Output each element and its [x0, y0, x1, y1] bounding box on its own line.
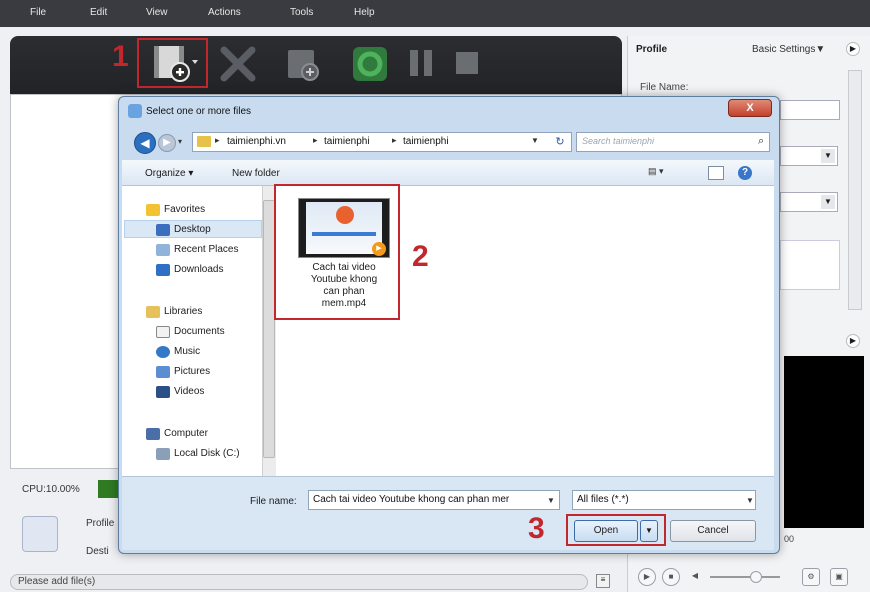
time-readout: 00 — [784, 534, 795, 544]
file-name-label: File name: — [250, 496, 297, 507]
nav-recent-places[interactable]: Recent Places — [174, 244, 238, 255]
player-controls: ▶ ■ ◀ ⚙ ▣ — [632, 566, 868, 588]
menu-tools[interactable]: Tools — [290, 7, 313, 18]
breadcrumb-separator: ▸ — [215, 135, 220, 145]
volume-slider[interactable] — [710, 576, 780, 578]
breadcrumb-item[interactable]: taimienphi — [324, 136, 370, 147]
dialog-app-icon — [128, 104, 142, 118]
annotation-number-2: 2 — [412, 240, 429, 273]
video-preview — [784, 356, 864, 528]
camera-icon[interactable]: ▣ — [830, 568, 848, 586]
cpu-usage-label: CPU:10.00% — [22, 484, 80, 495]
local-disk-icon — [156, 448, 170, 460]
back-button[interactable]: ◀ — [134, 132, 156, 154]
new-folder-button[interactable]: New folder — [232, 168, 280, 179]
file-name-setting-input[interactable] — [780, 100, 840, 120]
pictures-icon — [156, 366, 170, 378]
status-bar — [10, 574, 588, 590]
videos-icon — [156, 386, 170, 398]
nav-pictures[interactable]: Pictures — [174, 366, 210, 377]
expand-arrow-icon[interactable]: ▶ — [846, 42, 860, 56]
address-dropdown[interactable]: ▼ — [531, 136, 539, 145]
destination-short-label: Desti — [86, 546, 109, 557]
annotation-number-1: 1 — [112, 40, 129, 73]
annotation-number-3: 3 — [528, 512, 545, 545]
computer-icon — [146, 428, 160, 440]
recent-places-icon — [156, 244, 170, 256]
convert-icon[interactable] — [352, 46, 388, 82]
documents-icon — [156, 326, 170, 338]
nav-local-disk[interactable]: Local Disk (C:) — [174, 448, 240, 459]
nav-computer[interactable]: Computer — [164, 428, 208, 439]
menu-help[interactable]: Help — [354, 7, 375, 18]
search-icon[interactable]: ⌕ — [758, 135, 764, 148]
file-type-select[interactable]: All files (*.*) — [572, 490, 756, 510]
stop-icon[interactable] — [454, 50, 480, 76]
breadcrumb-separator: ▸ — [392, 135, 397, 145]
menu-actions[interactable]: Actions — [208, 7, 241, 18]
help-icon[interactable]: ? — [738, 166, 752, 180]
chevron-down-icon[interactable]: ▼ — [746, 496, 754, 505]
breadcrumb-separator: ▸ — [313, 135, 318, 145]
settings-box — [780, 240, 840, 290]
preview-pane-button[interactable] — [708, 166, 724, 180]
menu-file[interactable]: File — [30, 7, 46, 18]
cancel-button[interactable]: Cancel — [670, 520, 756, 542]
desktop-icon — [156, 224, 170, 236]
close-button[interactable]: X — [728, 99, 772, 117]
downloads-icon — [156, 264, 170, 276]
pause-icon[interactable] — [406, 48, 436, 78]
edit-video-icon[interactable] — [284, 46, 322, 82]
file-name-setting-label: File Name: — [640, 82, 689, 93]
nav-downloads[interactable]: Downloads — [174, 264, 223, 275]
settings-dropdown-1[interactable]: ▼ — [780, 146, 838, 166]
breadcrumb-item[interactable]: taimienphi.vn — [227, 136, 286, 147]
search-placeholder: Search taimienphi — [582, 136, 655, 146]
forward-button[interactable]: ▶ — [158, 134, 176, 152]
nav-favorites[interactable]: Favorites — [164, 204, 205, 215]
expand-arrow-icon[interactable]: ▶ — [846, 334, 860, 348]
favorites-star-icon — [146, 204, 160, 216]
menu-view[interactable]: View — [146, 7, 168, 18]
annotation-box-3 — [566, 514, 666, 546]
menu-bar: File Edit View Actions Tools Help — [0, 0, 870, 27]
settings-dropdown-2[interactable]: ▼ — [780, 192, 838, 212]
basic-settings-dropdown[interactable]: Basic Settings▼ — [752, 44, 825, 55]
profile-label: Profile — [636, 44, 668, 55]
profile-short-label: Profile — [86, 518, 115, 529]
folder-icon — [197, 136, 211, 147]
list-icon[interactable]: ≡ — [596, 574, 610, 588]
nav-music[interactable]: Music — [174, 346, 200, 357]
status-message: Please add file(s) — [18, 576, 96, 587]
nav-videos[interactable]: Videos — [174, 386, 204, 397]
dialog-title: Select one or more files — [146, 106, 252, 117]
libraries-icon — [146, 306, 160, 318]
file-name-input[interactable]: Cach tai video Youtube khong can phan me… — [308, 490, 560, 510]
menu-edit[interactable]: Edit — [90, 7, 107, 18]
volume-icon[interactable]: ◀ — [686, 568, 704, 586]
annotation-box-1 — [137, 38, 208, 88]
nav-libraries[interactable]: Libraries — [164, 306, 202, 317]
file-name-dropdown[interactable]: ▼ — [547, 496, 555, 505]
recent-locations-dropdown[interactable]: ▾ — [178, 137, 188, 149]
annotation-box-2 — [274, 184, 400, 320]
nav-desktop[interactable]: Desktop — [174, 224, 211, 235]
chevron-down-icon: ▼ — [821, 195, 835, 209]
volume-knob[interactable] — [750, 571, 762, 583]
play-icon[interactable]: ▶ — [638, 568, 656, 586]
stop-playback-icon[interactable]: ■ — [662, 568, 680, 586]
profile-icon[interactable] — [22, 516, 58, 552]
nav-documents[interactable]: Documents — [174, 326, 225, 337]
settings-scrollbar[interactable] — [848, 70, 862, 310]
refresh-icon[interactable]: ↻ — [550, 133, 570, 151]
breadcrumb-item[interactable]: taimienphi — [403, 136, 449, 147]
remove-icon[interactable] — [218, 46, 258, 82]
chevron-down-icon: ▼ — [821, 149, 835, 163]
snapshot-icon[interactable]: ⚙ — [802, 568, 820, 586]
music-icon — [156, 346, 170, 358]
change-view-button[interactable]: ▤ ▾ — [648, 166, 678, 180]
organize-button[interactable]: Organize ▾ — [145, 168, 193, 179]
